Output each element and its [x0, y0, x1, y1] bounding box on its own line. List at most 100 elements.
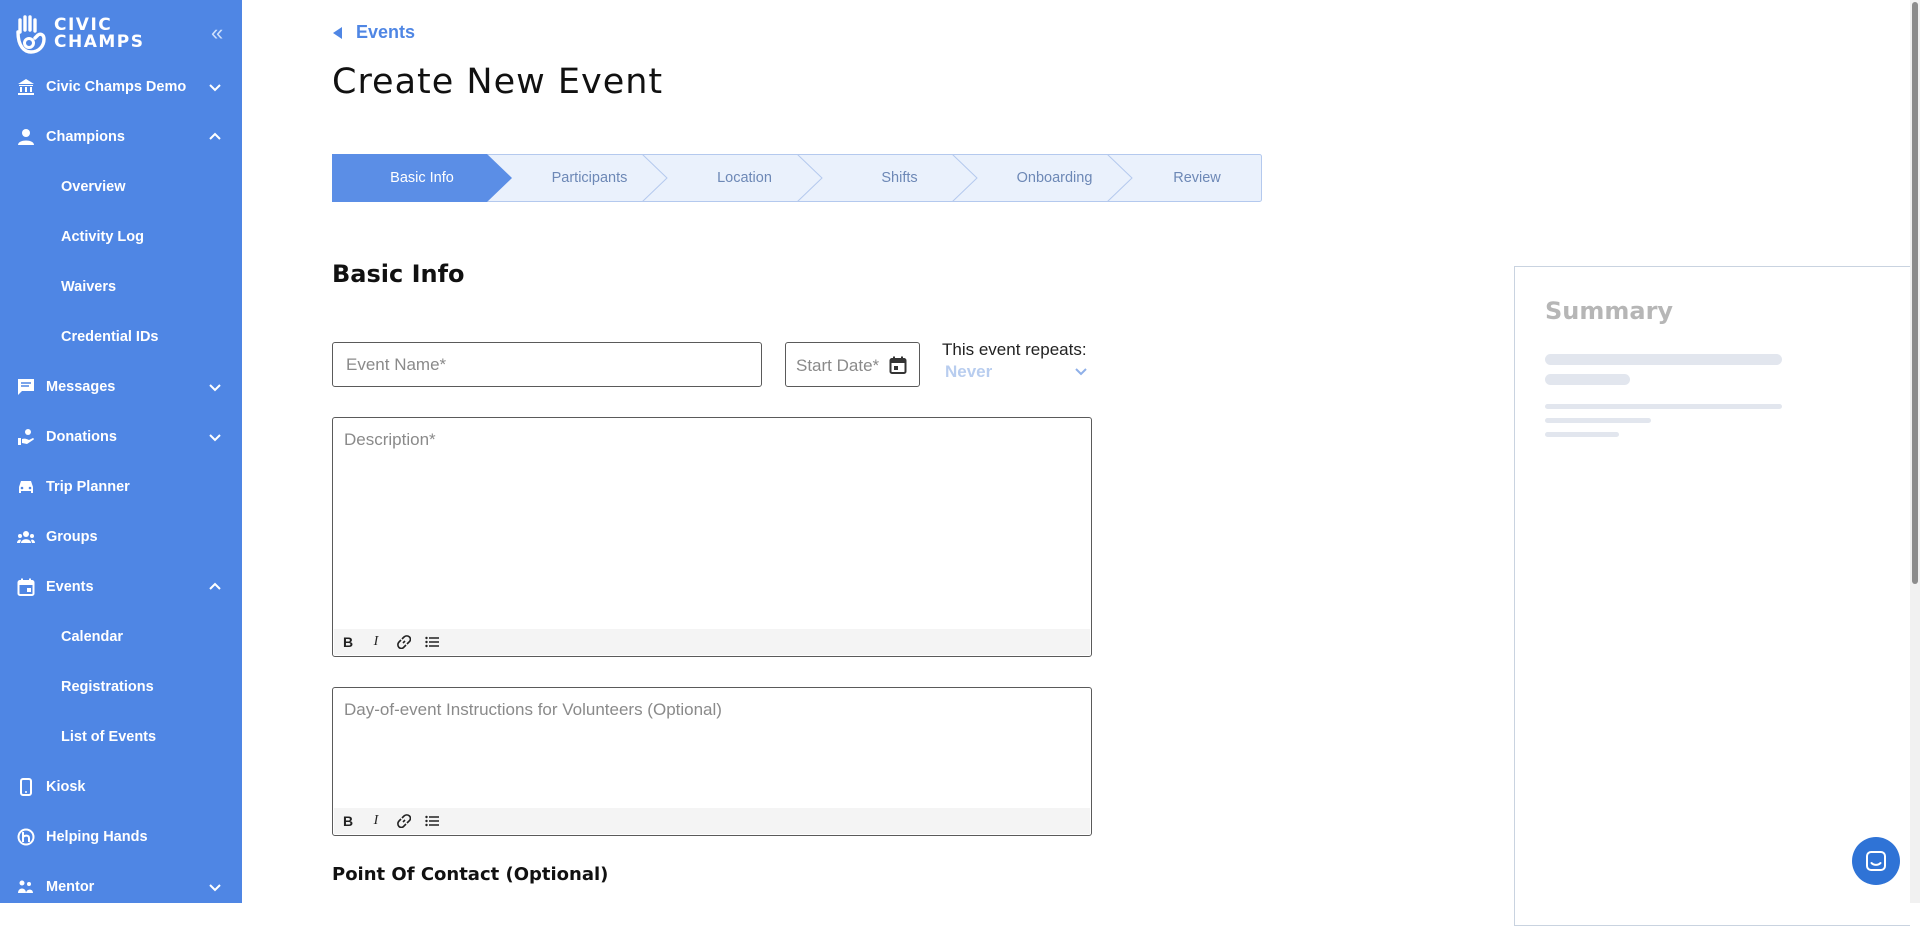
step-location[interactable]: Location [667, 154, 822, 202]
sidebar-item-label: Donations [46, 429, 117, 445]
donation-icon [17, 428, 35, 446]
sidebar-item-label: Champions [46, 129, 125, 145]
person-icon [17, 128, 35, 146]
page-scrollbar-thumb[interactable] [1912, 2, 1918, 584]
phone-icon [17, 778, 35, 796]
start-date-field[interactable]: Start Date* [785, 342, 920, 387]
collapse-sidebar-icon[interactable]: « [211, 22, 223, 44]
step-shifts[interactable]: Shifts [822, 154, 977, 202]
italic-icon[interactable]: I [367, 633, 385, 651]
sidebar-item-events[interactable]: Events [0, 562, 242, 612]
brand-name: CIVIC CHAMPS [54, 17, 144, 51]
back-link-label: Events [356, 22, 416, 42]
event-name-field[interactable]: Event Name* [332, 342, 762, 387]
rich-text-toolbar: B I [334, 808, 1090, 834]
sidebar-item-champions[interactable]: Champions [0, 112, 242, 162]
sidebar-item-label: Groups [46, 529, 98, 545]
chevron-down-icon [209, 884, 221, 892]
bullet-list-icon[interactable] [423, 812, 441, 830]
summary-skeleton-line [1545, 418, 1651, 423]
sidebar-item-label: Helping Hands [46, 829, 148, 845]
sidebar-item-label: Trip Planner [46, 479, 130, 495]
chevron-up-icon [209, 132, 221, 140]
sidebar-item-label: Events [46, 579, 94, 595]
bold-icon[interactable]: B [339, 812, 357, 830]
sidebar-item-label: List of Events [61, 729, 157, 745]
sidebar-item-registrations[interactable]: Registrations [0, 662, 242, 712]
summary-skeleton-line [1545, 354, 1782, 365]
step-onboarding[interactable]: Onboarding [977, 154, 1132, 202]
sidebar-item-label: Civic Champs Demo [46, 79, 187, 95]
chevron-down-icon [209, 434, 221, 442]
bullet-list-icon[interactable] [423, 633, 441, 651]
mentor-icon [17, 878, 35, 896]
step-review[interactable]: Review [1132, 154, 1262, 202]
sidebar-item-org[interactable]: Civic Champs Demo [0, 62, 242, 112]
chat-launcher-button[interactable] [1852, 837, 1900, 885]
bold-icon[interactable]: B [339, 633, 357, 651]
event-name-placeholder: Event Name* [346, 355, 447, 374]
back-to-events-link[interactable]: Events [333, 22, 415, 43]
sidebar-item-messages[interactable]: Messages [0, 362, 242, 412]
sidebar-item-groups[interactable]: Groups [0, 512, 242, 562]
sidebar-item-label: Activity Log [61, 229, 144, 245]
sidebar-item-label: Kiosk [46, 779, 86, 795]
sidebar-item-label: Credential IDs [61, 329, 159, 345]
summary-title: Summary [1545, 297, 1674, 325]
repeat-label: This event repeats: [942, 340, 1087, 359]
sidebar-item-label: Overview [61, 179, 126, 195]
description-editor[interactable]: Description* B I [332, 417, 1092, 657]
wizard-stepper: Basic Info Participants Location Shifts … [332, 154, 1262, 202]
back-arrow-icon [333, 26, 342, 39]
link-icon[interactable] [395, 633, 413, 651]
sidebar-item-label: Mentor [46, 879, 95, 895]
sidebar-item-credential-ids[interactable]: Credential IDs [0, 312, 242, 362]
summary-skeleton-line [1545, 374, 1630, 385]
sidebar-item-list-of-events[interactable]: List of Events [0, 712, 242, 762]
sidebar-item-activity-log[interactable]: Activity Log [0, 212, 242, 262]
step-participants[interactable]: Participants [512, 154, 667, 202]
summary-panel: Summary [1514, 266, 1910, 926]
sidebar-item-trip-planner[interactable]: Trip Planner [0, 462, 242, 512]
chat-icon [1866, 851, 1886, 871]
step-basic-info[interactable]: Basic Info [332, 154, 512, 202]
calendar-icon [17, 578, 35, 596]
chevron-down-icon [209, 84, 221, 92]
rich-text-toolbar: B I [334, 629, 1090, 655]
point-of-contact-title: Point Of Contact (Optional) [332, 864, 609, 885]
car-icon [17, 478, 35, 496]
message-icon [17, 378, 35, 396]
sidebar-item-label: Waivers [61, 279, 117, 295]
sidebar-item-label: Calendar [61, 629, 124, 645]
helping-hands-icon [17, 828, 35, 846]
groups-icon [17, 528, 35, 546]
sidebar-item-label: Registrations [61, 679, 154, 695]
sidebar-item-calendar[interactable]: Calendar [0, 612, 242, 662]
sidebar-item-donations[interactable]: Donations [0, 412, 242, 462]
description-placeholder: Description* [344, 430, 436, 449]
sidebar-item-helping-hands[interactable]: Helping Hands [0, 812, 242, 862]
sidebar-item-waivers[interactable]: Waivers [0, 262, 242, 312]
start-date-placeholder: Start Date* [796, 356, 880, 375]
instructions-placeholder: Day-of-event Instructions for Volunteers… [344, 700, 722, 719]
section-title: Basic Info [332, 260, 465, 288]
chevron-up-icon [209, 582, 221, 590]
brand-line-2: CHAMPS [54, 32, 145, 52]
instructions-editor[interactable]: Day-of-event Instructions for Volunteers… [332, 687, 1092, 836]
hand-logo-icon [16, 15, 46, 54]
sidebar-item-overview[interactable]: Overview [0, 162, 242, 212]
chevron-down-icon [209, 384, 221, 392]
civic-champs-logo[interactable]: CIVIC CHAMPS [14, 14, 144, 54]
calendar-picker-icon[interactable] [889, 356, 907, 374]
sidebar-item-label: Messages [46, 379, 116, 395]
italic-icon[interactable]: I [367, 812, 385, 830]
sidebar-item-mentor[interactable]: Mentor [0, 862, 242, 903]
page-title: Create New Event [332, 62, 664, 102]
bank-icon [17, 78, 35, 96]
repeat-select[interactable]: Never [945, 362, 992, 382]
sidebar-item-kiosk[interactable]: Kiosk [0, 762, 242, 812]
summary-skeleton-line [1545, 404, 1782, 409]
chevron-down-icon[interactable] [1073, 363, 1089, 379]
link-icon[interactable] [395, 812, 413, 830]
sidebar: CIVIC CHAMPS « Civic Champs Demo Champio… [0, 0, 242, 903]
